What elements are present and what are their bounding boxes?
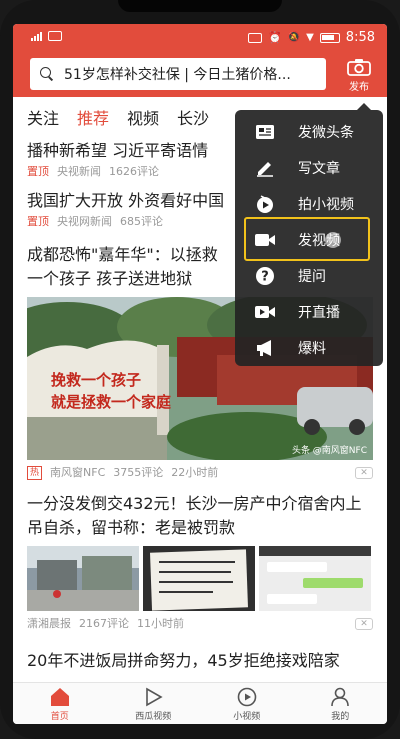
- tab-follow[interactable]: 关注: [27, 105, 59, 129]
- news-item-4[interactable]: 一分没发倒交432元！长沙一房产中介宿舍内上吊自杀，留书称：老是被罚款 潇湘晨报…: [13, 482, 387, 633]
- phone-notch: [118, 0, 282, 12]
- question-icon: ?: [254, 265, 276, 287]
- play-circle-icon: [254, 193, 276, 215]
- news-source: 央视网新闻: [57, 215, 112, 228]
- news-time: 22小时前: [171, 466, 219, 479]
- news-meta: 热 南风窗NFC 3755评论 22小时前 ✕: [27, 464, 373, 482]
- menu-item-label: 爆料: [298, 341, 326, 357]
- thumbnail-street: [27, 546, 139, 611]
- news-comments: 685评论: [120, 215, 163, 228]
- status-bar: ⏰ 🔕 ▼ 8:58: [13, 24, 387, 54]
- home-icon: [49, 687, 71, 707]
- document-icon: [254, 121, 276, 143]
- publish-label: 发布: [349, 82, 369, 93]
- news-title: 一分没发倒交432元！长沙一房产中介宿舍内上吊自杀，留书称：老是被罚款: [27, 494, 362, 537]
- status-left: [31, 31, 62, 41]
- thumbnail-note: [143, 546, 255, 611]
- app-screen: ⏰ 🔕 ▼ 8:58 51岁怎样补交社保 | 今日土猪价格... 发布 关注 推…: [13, 24, 387, 724]
- nav-label: 首页: [50, 712, 69, 722]
- small-video-icon: [236, 687, 258, 707]
- image-slogan-1: 挽救一个孩子: [51, 371, 142, 389]
- nav-label: 小视频: [233, 712, 261, 722]
- signal-icon: [31, 31, 42, 41]
- news-comments: 1626评论: [109, 165, 159, 178]
- menu-item-label: 写文章: [298, 161, 340, 177]
- image-watermark: 头条 @南风窗NFC: [291, 446, 367, 456]
- nav-home[interactable]: 首页: [13, 683, 107, 724]
- menu-item-label: 拍小视频: [298, 197, 354, 213]
- pinned-tag: 置顶: [27, 215, 49, 228]
- user-icon: [329, 687, 351, 707]
- app-header: ⏰ 🔕 ▼ 8:58 51岁怎样补交社保 | 今日土猪价格... 发布: [13, 24, 387, 97]
- nfc-icon: [247, 32, 262, 43]
- news-comments: 2167评论: [79, 617, 129, 630]
- menu-item-tip-off[interactable]: 爆料: [235, 330, 383, 366]
- menu-item-label: 提问: [298, 269, 326, 285]
- alarm-icon: ⏰: [267, 31, 282, 44]
- image-slogan-2: 就是拯救一个家庭: [51, 393, 172, 411]
- play-icon: [142, 687, 164, 707]
- status-time: 8:58: [345, 30, 375, 45]
- news-title: 20年不进饭局拼命努力，45岁拒绝接戏陪家: [27, 651, 340, 670]
- news-source: 南风窗NFC: [50, 466, 106, 479]
- menu-item-label: 开直播: [298, 305, 340, 321]
- notification-icon: [48, 31, 62, 41]
- nav-small-video[interactable]: 小视频: [200, 683, 294, 724]
- search-suggestion: 51岁怎样补交社保 | 今日土猪价格...: [64, 67, 291, 83]
- menu-item-label: 发微头条: [298, 125, 354, 141]
- news-comments: 3755评论: [113, 466, 164, 479]
- bottom-navigation: 首页 西瓜视频 小视频 我的: [13, 682, 387, 724]
- news-thumbnails: [27, 546, 373, 611]
- dismiss-icon[interactable]: ✕: [355, 618, 373, 630]
- pinned-tag: 置顶: [27, 165, 49, 178]
- hot-badge: 热: [27, 466, 43, 480]
- pencil-icon: [254, 157, 276, 179]
- camera-icon: [347, 58, 371, 76]
- search-icon: [40, 67, 54, 81]
- tab-changsha[interactable]: 长沙: [177, 105, 209, 129]
- battery-icon: [319, 32, 340, 43]
- news-meta: 潇湘晨报 2167评论 11小时前 ✕: [27, 615, 373, 633]
- tab-video[interactable]: 视频: [127, 105, 159, 129]
- svg-text:?: ?: [261, 270, 269, 285]
- search-bar[interactable]: 51岁怎样补交社保 | 今日土猪价格...: [30, 58, 326, 90]
- megaphone-icon: [254, 337, 276, 359]
- menu-item-go-live[interactable]: 开直播: [235, 294, 383, 330]
- live-icon: [254, 301, 276, 323]
- nav-profile[interactable]: 我的: [294, 683, 388, 724]
- menu-item-ask-question[interactable]: ? 提问: [235, 258, 383, 294]
- mute-icon: 🔕: [287, 32, 301, 43]
- tab-recommend[interactable]: 推荐: [77, 105, 109, 129]
- nav-label: 我的: [331, 712, 350, 722]
- wifi-icon: ▼: [306, 32, 314, 43]
- menu-item-micro-post[interactable]: 发微头条: [235, 114, 383, 150]
- status-right: ⏰ 🔕 ▼ 8:58: [247, 30, 375, 45]
- publish-button[interactable]: 发布: [339, 58, 379, 93]
- tap-indicator: [325, 232, 341, 248]
- nav-xigua-video[interactable]: 西瓜视频: [107, 683, 201, 724]
- dismiss-icon[interactable]: ✕: [355, 467, 373, 479]
- news-source: 潇湘晨报: [27, 617, 71, 630]
- thumbnail-chat: [259, 546, 371, 611]
- news-time: 11小时前: [137, 617, 184, 630]
- nav-label: 西瓜视频: [135, 712, 172, 722]
- news-item-5[interactable]: 20年不进饭局拼命努力，45岁拒绝接戏陪家: [13, 633, 387, 673]
- highlight-box: [244, 217, 370, 261]
- phone-frame: ⏰ 🔕 ▼ 8:58 51岁怎样补交社保 | 今日土猪价格... 发布 关注 推…: [0, 0, 400, 739]
- menu-item-write-article[interactable]: 写文章: [235, 150, 383, 186]
- news-source: 央视新闻: [57, 165, 101, 178]
